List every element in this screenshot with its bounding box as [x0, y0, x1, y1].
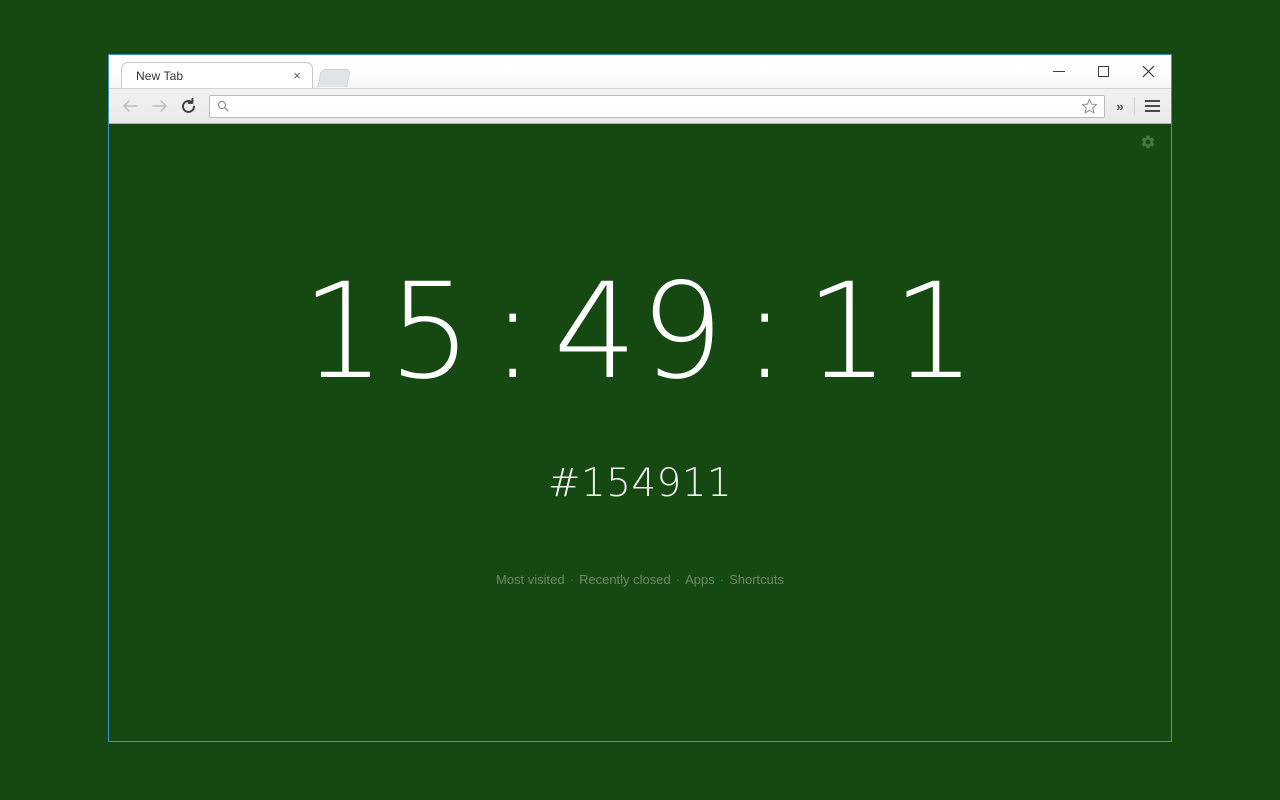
hamburger-icon: [1144, 100, 1160, 102]
close-button[interactable]: [1126, 55, 1171, 88]
hamburger-icon-line: [1144, 105, 1160, 107]
reload-icon: [182, 97, 195, 113]
gear-icon[interactable]: [1140, 134, 1156, 150]
maximize-button[interactable]: [1081, 55, 1126, 88]
link-recently-closed[interactable]: Recently closed: [579, 572, 671, 587]
hamburger-icon-line: [1144, 110, 1160, 112]
link-most-visited[interactable]: Most visited: [496, 572, 565, 587]
new-tab-page: 15:49:11 #154911 Most visited · Recently c…: [109, 124, 1171, 741]
link-apps[interactable]: Apps: [685, 572, 715, 587]
link-separator: ·: [569, 572, 574, 587]
back-button[interactable]: [116, 92, 145, 121]
search-icon: [217, 100, 229, 112]
browser-toolbar: »: [109, 88, 1171, 124]
browser-tab[interactable]: New Tab ×: [113, 62, 313, 89]
clock-minutes: 49: [553, 255, 727, 409]
close-icon: [1142, 65, 1155, 78]
window-controls: [1036, 55, 1171, 88]
reload-button[interactable]: [174, 92, 203, 121]
hex-color-code: #154911: [547, 461, 733, 506]
ntp-links: Most visited · Recently closed · Apps · Shortc…: [109, 572, 1171, 587]
tab-close-icon[interactable]: ×: [290, 68, 304, 83]
clock-separator: :: [742, 255, 790, 409]
link-shortcuts[interactable]: Shortcuts: [729, 572, 784, 587]
toolbar-overflow-button[interactable]: »: [1109, 92, 1131, 121]
address-input[interactable]: [229, 95, 1081, 117]
clock-seconds: 11: [805, 255, 979, 409]
tab-title: New Tab: [136, 68, 184, 83]
toolbar-divider: [1134, 97, 1135, 115]
browser-menu-button[interactable]: [1138, 92, 1166, 121]
clock-separator: :: [490, 255, 538, 409]
link-separator: ·: [719, 572, 725, 587]
forward-arrow-icon: [152, 100, 167, 112]
forward-button[interactable]: [145, 92, 174, 121]
clock-display: 15:49:11: [109, 266, 1171, 398]
link-separator: ·: [675, 572, 681, 587]
minimize-icon: [1052, 71, 1065, 72]
back-arrow-icon: [123, 100, 138, 112]
browser-window: New Tab × » 15: 49: 11 #154911 Most vi…: [108, 54, 1172, 742]
maximize-icon: [1098, 66, 1109, 77]
star-icon[interactable]: [1081, 98, 1098, 115]
tab-strip: New Tab ×: [109, 55, 1171, 89]
clock-hours: 15: [301, 255, 475, 409]
minimize-button[interactable]: [1036, 55, 1081, 88]
new-tab-button[interactable]: [317, 69, 351, 87]
address-bar[interactable]: [209, 94, 1105, 118]
